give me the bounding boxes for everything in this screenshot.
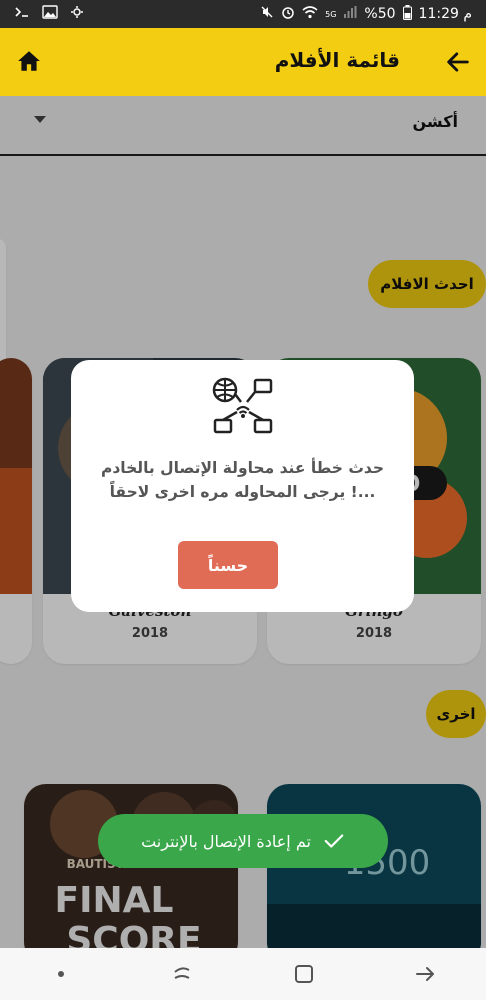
settings-icon bbox=[70, 5, 84, 23]
nav-dot-button[interactable] bbox=[41, 954, 81, 994]
status-info: 5G %50 11:29 م bbox=[260, 4, 472, 24]
mute-icon bbox=[260, 5, 274, 23]
wifi-icon bbox=[302, 5, 318, 23]
system-nav-bar bbox=[0, 948, 486, 1000]
gallery-icon bbox=[42, 5, 58, 23]
network-error-icon bbox=[212, 377, 273, 434]
error-dialog: حدث خطأ عند محاولة الإتصال بالخادم ...! … bbox=[71, 360, 414, 612]
reconnected-toast: تم إعادة الإتصال بالإنترنت bbox=[98, 814, 388, 868]
home-icon[interactable] bbox=[16, 48, 42, 74]
check-icon bbox=[324, 834, 344, 848]
back-nav-icon[interactable] bbox=[405, 954, 445, 994]
toast-message: تم إعادة الإتصال بالإنترنت bbox=[141, 831, 311, 851]
error-message: حدث خطأ عند محاولة الإتصال بالخادم ...! … bbox=[100, 459, 385, 501]
page-title: قائمة الأفلام bbox=[274, 48, 400, 72]
battery-icon bbox=[402, 4, 412, 24]
home-nav-icon[interactable] bbox=[284, 954, 324, 994]
signal-icon bbox=[343, 5, 357, 23]
network-label: 5G bbox=[325, 9, 337, 19]
battery-percent: %50 bbox=[364, 6, 396, 22]
status-time: 11:29 م bbox=[418, 6, 472, 22]
screen-cast-icon bbox=[14, 5, 30, 23]
back-arrow-icon[interactable] bbox=[444, 48, 472, 76]
status-bar: 5G %50 11:29 م bbox=[0, 0, 486, 28]
alarm-icon bbox=[281, 5, 295, 23]
app-bar: قائمة الأفلام bbox=[0, 28, 486, 96]
status-icons-left bbox=[14, 5, 84, 23]
recent-apps-icon[interactable] bbox=[162, 954, 202, 994]
ok-button[interactable]: حسناً bbox=[178, 541, 278, 589]
